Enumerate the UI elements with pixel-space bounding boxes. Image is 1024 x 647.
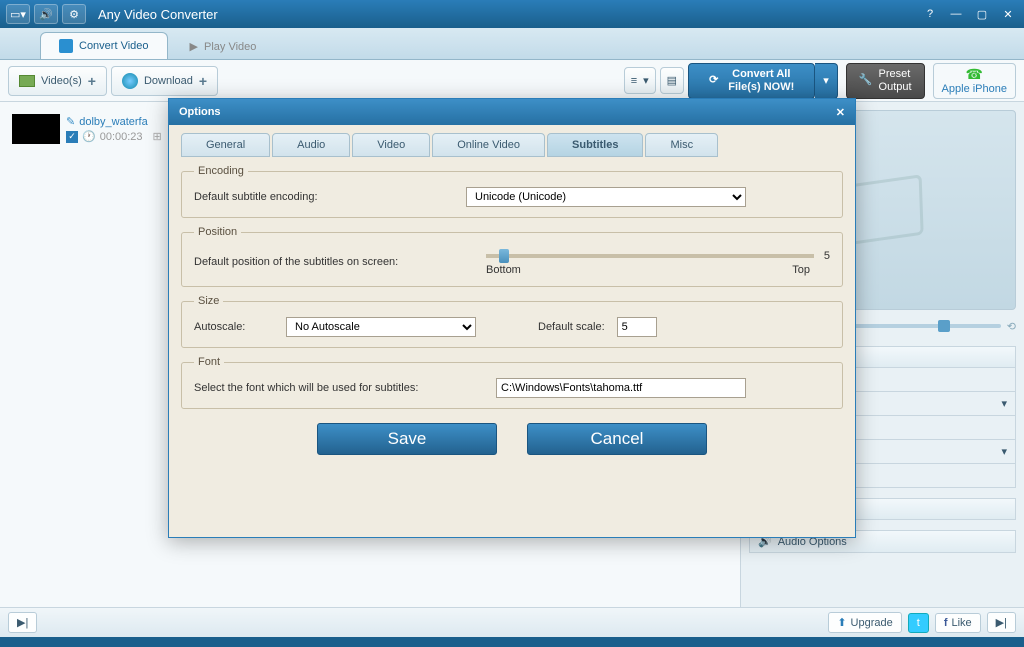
- file-name: dolby_waterfa: [79, 116, 148, 128]
- file-checkbox[interactable]: ✓: [66, 131, 78, 143]
- like-label: Like: [951, 617, 971, 629]
- film-icon: [19, 75, 35, 87]
- tab-audio[interactable]: Audio: [272, 133, 350, 157]
- dialog-title: Options: [179, 106, 221, 118]
- convert-icon: [59, 39, 73, 53]
- autoscale-label: Autoscale:: [194, 321, 274, 333]
- next-button[interactable]: ▶|: [987, 612, 1016, 633]
- convert-label-1: Convert All: [728, 68, 794, 80]
- filter-icon: ≡: [631, 75, 637, 87]
- close-icon[interactable]: ✕: [998, 6, 1018, 22]
- screen-icon[interactable]: ▭▾: [6, 4, 30, 24]
- play-icon: ▶: [190, 40, 198, 53]
- device-label: Apple iPhone: [942, 83, 1007, 95]
- position-value: 5: [824, 250, 830, 262]
- edit-icon: ✎: [66, 115, 75, 128]
- maximize-icon[interactable]: ▢: [972, 6, 992, 22]
- refresh-icon: ⟳: [709, 74, 718, 86]
- position-label: Default position of the subtitles on scr…: [194, 256, 474, 268]
- font-group: Font Select the font which will be used …: [181, 356, 843, 409]
- encoding-select[interactable]: Unicode (Unicode): [466, 187, 746, 207]
- minimize-icon[interactable]: —: [946, 6, 966, 22]
- tab-online-video[interactable]: Online Video: [432, 133, 545, 157]
- tab-subtitles[interactable]: Subtitles: [547, 133, 643, 157]
- preset-label-2: Output: [879, 81, 912, 93]
- statusbar: ▶| ⬆ Upgrade t f Like ▶|: [0, 607, 1024, 637]
- font-label: Select the font which will be used for s…: [194, 382, 484, 394]
- convert-label-2: File(s) NOW!: [728, 81, 794, 93]
- chevron-down-icon: ▾: [823, 74, 829, 87]
- default-scale-label: Default scale:: [538, 321, 605, 333]
- file-duration: 00:00:23: [100, 131, 143, 143]
- convert-now-button[interactable]: ⟳ Convert All File(s) NOW!: [688, 63, 815, 99]
- size-legend: Size: [194, 295, 223, 307]
- main-tabbar: Convert Video ▶ Play Video: [0, 28, 1024, 60]
- save-button[interactable]: Save: [317, 423, 497, 455]
- device-profile-button[interactable]: ☎ Apple iPhone: [933, 63, 1016, 99]
- toolbar: Video(s) + Download + ≡ ▾ ▤ ⟳ Convert Al…: [0, 60, 1024, 102]
- titlebar: ▭▾ 🔊 ⚙ Any Video Converter ? — ▢ ✕: [0, 0, 1024, 28]
- clock-icon: 🕐: [82, 130, 96, 143]
- facebook-like-button[interactable]: f Like: [935, 613, 981, 633]
- dialog-body: Encoding Default subtitle encoding: Unic…: [169, 165, 855, 467]
- font-path-input[interactable]: [496, 378, 746, 398]
- add-videos-button[interactable]: Video(s) +: [8, 66, 107, 96]
- dialog-tabs: General Audio Video Online Video Subtitl…: [169, 125, 855, 157]
- phone-icon: ☎: [966, 66, 983, 83]
- autoscale-select[interactable]: No Autoscale: [286, 317, 476, 337]
- upload-icon: ⬆: [837, 616, 846, 629]
- settings-icon[interactable]: ⊞: [153, 130, 162, 143]
- tab-play-video[interactable]: ▶ Play Video: [172, 34, 275, 59]
- tab-convert-label: Convert Video: [79, 40, 149, 52]
- gear-icon[interactable]: ⚙: [62, 4, 86, 24]
- dialog-titlebar: Options ✕: [169, 99, 855, 125]
- wrench-icon: 🔧: [859, 74, 873, 86]
- convert-dropdown[interactable]: ▾: [815, 63, 838, 99]
- upgrade-button[interactable]: ⬆ Upgrade: [828, 612, 901, 633]
- download-label: Download: [144, 75, 193, 87]
- help-icon[interactable]: ?: [920, 6, 940, 22]
- tab-general[interactable]: General: [181, 133, 270, 157]
- dialog-close-icon[interactable]: ✕: [836, 106, 845, 119]
- list-icon: ▤: [667, 74, 677, 87]
- filter-button[interactable]: ≡ ▾: [624, 67, 656, 94]
- preset-output-button[interactable]: 🔧 Preset Output: [846, 63, 925, 99]
- size-group: Size Autoscale: No Autoscale Default sca…: [181, 295, 843, 348]
- tab-convert-video[interactable]: Convert Video: [40, 32, 168, 59]
- tab-video[interactable]: Video: [352, 133, 430, 157]
- list-button[interactable]: ▤: [660, 67, 684, 94]
- twitter-button[interactable]: t: [908, 613, 929, 633]
- options-dialog: Options ✕ General Audio Video Online Vid…: [168, 98, 856, 538]
- chevron-down-icon: ▾: [1001, 397, 1007, 410]
- default-scale-input[interactable]: [617, 317, 657, 337]
- chevron-down-icon: ▾: [1001, 445, 1007, 458]
- preset-label-1: Preset: [879, 68, 912, 80]
- encoding-legend: Encoding: [194, 165, 248, 177]
- position-slider[interactable]: [486, 254, 814, 258]
- position-bottom-label: Bottom: [486, 264, 521, 276]
- encoding-group: Encoding Default subtitle encoding: Unic…: [181, 165, 843, 218]
- cancel-button[interactable]: Cancel: [527, 423, 707, 455]
- encoding-label: Default subtitle encoding:: [194, 191, 454, 203]
- videos-label: Video(s): [41, 75, 82, 87]
- facebook-icon: f: [944, 617, 948, 629]
- prev-button[interactable]: ▶|: [8, 612, 37, 633]
- loop-icon[interactable]: ⟲: [1007, 320, 1016, 333]
- font-legend: Font: [194, 356, 224, 368]
- tab-misc[interactable]: Misc: [645, 133, 718, 157]
- download-button[interactable]: Download +: [111, 66, 218, 96]
- position-group: Position Default position of the subtitl…: [181, 226, 843, 287]
- thumbnail: [12, 114, 60, 144]
- chevron-down-icon: ▾: [643, 74, 649, 87]
- position-top-label: Top: [792, 264, 810, 276]
- app-title: Any Video Converter: [98, 7, 218, 22]
- plus-icon: +: [88, 73, 96, 89]
- plus-icon: +: [199, 73, 207, 89]
- position-legend: Position: [194, 226, 241, 238]
- upgrade-label: Upgrade: [851, 617, 893, 629]
- tab-play-label: Play Video: [204, 41, 256, 53]
- globe-icon: [122, 73, 138, 89]
- volume-icon[interactable]: 🔊: [34, 4, 58, 24]
